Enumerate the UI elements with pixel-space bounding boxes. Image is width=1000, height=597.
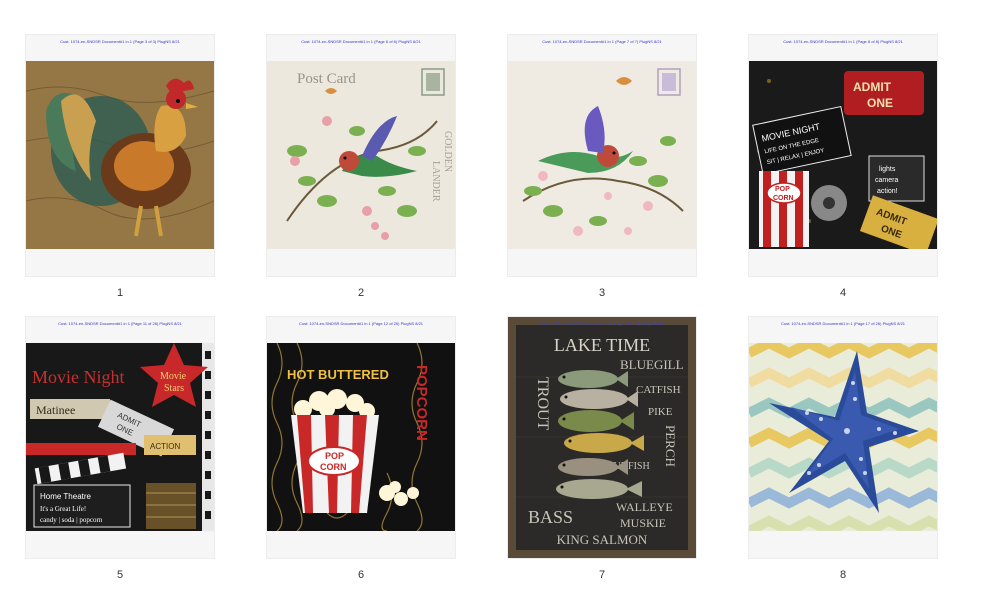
cup-label-2: CORN <box>320 462 347 472</box>
ticket-text-2: ONE <box>867 96 893 110</box>
sign-text-2: camera <box>875 177 898 184</box>
page-thumbnail[interactable]: Cust: 1074-en-SNDSR Document#1 in 1 (Pag… <box>266 34 456 277</box>
fish-name-pike: PIKE <box>648 406 673 418</box>
page-header-text: Cust: 1074-en-SNDSR Document#1 in 1 (Pag… <box>542 39 662 44</box>
page-card-1[interactable]: Cust: 1074-en-SNDSR Document#1 in 1 (Pag… <box>25 34 215 304</box>
page-header-text: Cust: 1074-en-SNDSR Document#1 in 1 (Pag… <box>58 321 182 326</box>
fish-name-catfish: CATFISH <box>636 384 681 396</box>
cup-label-1: POP <box>325 451 344 461</box>
fish-name-king-salmon: KING SALMON <box>557 532 648 547</box>
hot-buttered-text: HOT BUTTERED <box>287 367 389 382</box>
page-thumbnail[interactable]: Cust: 1074-en-SNDSR Document#1 in 1 (Pag… <box>748 34 938 277</box>
star-text-2: Stars <box>164 383 184 394</box>
page-header-text: Cust: 1074-en-SNDSR Document#1 in 1 (Pag… <box>783 39 903 44</box>
page-thumbnail[interactable]: Cust: 1074-en-SNDSR Document#1 in 1 (Pag… <box>266 316 456 559</box>
popcorn-artwork: HOT BUTTERED POPCORN POP CORN <box>267 343 455 531</box>
great-life-text: It's a Great Life! <box>40 505 86 513</box>
page-card-4[interactable]: Cust: 1074-en-SNDSR Document#1 in 1 (Pag… <box>748 34 938 304</box>
page-header-text: Cust: 1074-en-SNDSR Document#1 in 1 (Pag… <box>539 321 665 326</box>
fish-name-muskie: MUSKIE <box>620 516 666 530</box>
matinee-text: Matinee <box>36 403 75 417</box>
page-header-text: Cust: 1074-en-SNDSR Document#1 in 1 (Pag… <box>780 321 906 326</box>
page-card-2[interactable]: Cust: 1074-en-SNDSR Document#1 in 1 (Pag… <box>266 34 456 304</box>
fish-name-perch: PERCH <box>663 425 678 467</box>
page-number: 8 <box>839 569 847 581</box>
postcard-title: Post Card <box>297 71 356 87</box>
movie-stars-artwork: Movie Night Movie Stars Matinee ADMIT ON… <box>26 343 214 531</box>
page-header-text: Cust: 1074-en-SNDSR Document#1 in 1 (Pag… <box>301 39 421 44</box>
page-number: 6 <box>357 569 365 581</box>
popcorn-label-1: POP <box>775 186 790 193</box>
page-card-8[interactable]: Cust: 1074-en-SNDSR Document#1 in 1 (Pag… <box>748 316 938 586</box>
page-thumbnail[interactable]: Cust: 1074-en-SNDSR Document#1 in 1 (Pag… <box>25 34 215 277</box>
star-text-1: Movie <box>160 371 187 382</box>
page-card-6[interactable]: Cust: 1074-en-SNDSR Document#1 in 1 (Pag… <box>266 316 456 586</box>
page-thumbnail[interactable]: Cust: 1074-en-SNDSR Document#1 in 1 (Pag… <box>507 34 697 277</box>
page-card-5[interactable]: Cust: 1074-en-SNDSR Document#1 in 1 (Pag… <box>25 316 215 586</box>
page-header-text: Cust: 1074-en-SNDSR Document#1 in 1 (Pag… <box>298 321 424 326</box>
popcorn-vertical-text: POPCORN <box>413 365 430 441</box>
page-thumbnail[interactable]: Cust: 1074-en-SNDSR Document#1 in 1 (Pag… <box>748 316 938 559</box>
lake-time-title: LAKE TIME <box>554 335 650 355</box>
page-thumbnail[interactable]: Cust: 1074-en-SNDSR Document#1 in 1 (Pag… <box>25 316 215 559</box>
page-thumbnail-grid: Cust: 1074-en-SNDSR Document#1 in 1 (Pag… <box>0 0 1000 597</box>
bird-floral-artwork <box>508 61 696 249</box>
sign-text-1: lights <box>879 166 896 173</box>
page-number: 3 <box>598 287 606 299</box>
page-card-7[interactable]: LAKE TIME BLUEGILL CATFISH PIKE TROUT PE… <box>507 316 697 586</box>
page-number: 2 <box>357 287 365 299</box>
title-text: Movie Night <box>32 367 125 387</box>
postcard-side-text-2: LANDER <box>430 161 441 202</box>
rooster-artwork <box>26 61 214 249</box>
fish-name-bass: BASS <box>528 507 573 527</box>
home-theatre-text: Home Theatre <box>40 492 92 501</box>
page-number: 1 <box>116 287 124 299</box>
action-text: ACTION <box>150 442 180 451</box>
candy-soda-text: candy | soda | popcorn <box>40 516 103 524</box>
page-header-text: Cust: 1074-en-SNDSR Document#1 in 1 (Pag… <box>60 39 180 44</box>
page-number: 5 <box>116 569 124 581</box>
postcard-side-text-1: GOLDEN <box>442 131 453 172</box>
page-card-3[interactable]: Cust: 1074-en-SNDSR Document#1 in 1 (Pag… <box>507 34 697 304</box>
starfish-artwork <box>749 343 937 531</box>
ticket-text-1: ADMIT <box>853 80 892 94</box>
sign-text-3: action! <box>877 188 898 195</box>
fish-name-bluegill: BLUEGILL <box>620 357 684 372</box>
page-number: 4 <box>839 287 847 299</box>
popcorn-label-2: CORN <box>773 195 794 202</box>
movie-night-artwork: ADMIT ONE MOVIE NIGHT LIFE ON THE EDGE S… <box>749 61 937 249</box>
lake-time-fish-artwork: LAKE TIME BLUEGILL CATFISH PIKE TROUT PE… <box>508 317 696 558</box>
fish-name-trout: TROUT <box>534 377 551 431</box>
page-thumbnail[interactable]: LAKE TIME BLUEGILL CATFISH PIKE TROUT PE… <box>507 316 697 559</box>
page-number: 7 <box>598 569 606 581</box>
bird-postcard-artwork: Post Card GOLDEN LANDER <box>267 61 455 249</box>
fish-name-walleye: WALLEYE <box>616 500 673 514</box>
